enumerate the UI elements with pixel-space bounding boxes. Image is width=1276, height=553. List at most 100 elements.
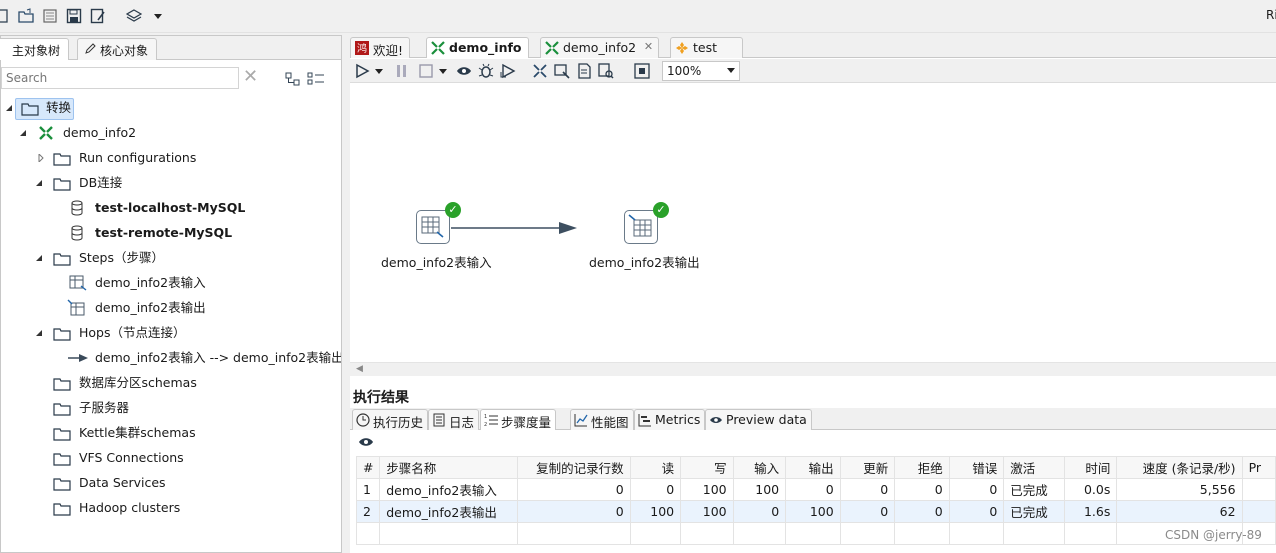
pause-icon[interactable] bbox=[394, 63, 410, 79]
column-header[interactable]: 激活 bbox=[1003, 456, 1065, 479]
tab-label: 步骤度量 bbox=[501, 415, 552, 430]
database-icon bbox=[71, 200, 83, 216]
tab-execution-history[interactable]: 执行历史 bbox=[352, 409, 429, 430]
run-icon[interactable] bbox=[354, 63, 370, 79]
run-dropdown-icon[interactable] bbox=[374, 63, 384, 79]
table-cell: 0 bbox=[516, 500, 631, 523]
tab-test[interactable]: test bbox=[670, 37, 743, 58]
collapse-all-icon[interactable] bbox=[285, 72, 301, 86]
debug-icon[interactable] bbox=[478, 63, 494, 79]
clear-search-icon[interactable]: ✕ bbox=[243, 68, 261, 87]
save-as-icon[interactable] bbox=[90, 8, 106, 24]
tree-node-db-connection[interactable]: test-remote-MySQL bbox=[1, 222, 341, 244]
table-output-icon bbox=[67, 299, 85, 316]
tree-label: Data Services bbox=[79, 475, 166, 490]
open-folder-icon[interactable] bbox=[18, 8, 34, 24]
preview-icon[interactable] bbox=[456, 63, 472, 79]
column-header[interactable]: 写 bbox=[680, 456, 734, 479]
column-header[interactable]: Pr bbox=[1241, 456, 1276, 479]
tab-label: 性能图 bbox=[591, 415, 629, 430]
column-header[interactable]: 读 bbox=[629, 456, 682, 479]
table-row[interactable]: 1 demo_info2表输入 0 0 100 100 0 0 0 0 已完成 … bbox=[355, 478, 1276, 501]
tree-node-steps[interactable]: Steps（步骤） bbox=[1, 247, 341, 269]
stop-icon[interactable] bbox=[418, 63, 434, 79]
collapsed-arrow-icon[interactable] bbox=[37, 154, 45, 162]
column-header[interactable]: 更新 bbox=[839, 456, 896, 479]
tab-step-metrics[interactable]: 12 步骤度量 bbox=[480, 409, 557, 430]
tree-node-data-services[interactable]: Data Services bbox=[1, 472, 341, 494]
table-cell bbox=[1241, 478, 1276, 501]
tree-node-transformation[interactable]: demo_info2 bbox=[1, 122, 341, 144]
expanded-arrow-icon[interactable] bbox=[35, 329, 43, 337]
tree-node-vfs-connections[interactable]: VFS Connections bbox=[1, 447, 341, 469]
replay-icon[interactable] bbox=[500, 63, 516, 79]
column-header[interactable]: 拒绝 bbox=[894, 456, 950, 479]
expanded-arrow-icon[interactable] bbox=[35, 254, 43, 262]
expand-all-icon[interactable] bbox=[307, 72, 325, 86]
tree-node-slave-servers[interactable]: 子服务器 bbox=[1, 397, 341, 419]
tab-performance-graph[interactable]: 性能图 bbox=[570, 409, 634, 430]
table-cell: 100 bbox=[785, 500, 841, 523]
table-row[interactable]: 2 demo_info2表输出 0 100 100 0 100 0 0 0 已完… bbox=[355, 500, 1276, 523]
table-cell: 0 bbox=[948, 478, 1005, 501]
stop-dropdown-icon[interactable] bbox=[438, 63, 448, 79]
save-icon[interactable] bbox=[66, 8, 82, 24]
step-table-input[interactable] bbox=[416, 210, 450, 244]
tab-main-object-tree[interactable]: 主对象树 bbox=[0, 38, 70, 60]
transformation-canvas[interactable]: ✓ demo_info2表输入 ✓ demo_info2表输出 bbox=[350, 84, 1276, 366]
tab-metrics[interactable]: Metrics bbox=[634, 409, 706, 430]
column-header[interactable]: 复制的记录行数 bbox=[516, 456, 631, 479]
explore-db-icon[interactable] bbox=[598, 63, 614, 79]
tab-logging[interactable]: 日志 bbox=[428, 409, 480, 430]
explore-repository-icon[interactable] bbox=[42, 8, 58, 24]
tab-welcome[interactable]: 鸿 欢迎! bbox=[350, 37, 411, 58]
sql-icon[interactable] bbox=[576, 63, 592, 79]
column-header[interactable]: 输入 bbox=[732, 456, 787, 479]
search-input[interactable] bbox=[2, 68, 238, 88]
column-header[interactable]: 速度 (条记录/秒) bbox=[1116, 456, 1243, 479]
tree-node-step[interactable]: demo_info2表输入 bbox=[1, 272, 341, 294]
tab-core-objects[interactable]: 核心对象 bbox=[77, 38, 158, 60]
tab-demo-info2[interactable]: demo_info2 ✕ bbox=[540, 37, 660, 58]
close-icon[interactable]: ✕ bbox=[644, 40, 653, 53]
layers-icon[interactable] bbox=[126, 8, 142, 24]
verify-icon[interactable] bbox=[532, 63, 548, 79]
zoom-select[interactable]: 100% bbox=[662, 61, 740, 81]
pentaho-welcome-icon: 鸿 bbox=[355, 41, 369, 55]
tree-node-partition-schemas[interactable]: 数据库分区schemas bbox=[1, 372, 341, 394]
eye-icon[interactable] bbox=[358, 436, 374, 448]
tab-demo-info[interactable]: demo_info bbox=[426, 37, 529, 58]
tree-node-db-connections[interactable]: DB连接 bbox=[1, 172, 341, 194]
impact-icon[interactable] bbox=[554, 63, 570, 79]
tree-node-hadoop-clusters[interactable]: Hadoop clusters bbox=[1, 497, 341, 519]
table-cell: 0 bbox=[629, 478, 682, 501]
step-table-output[interactable] bbox=[624, 210, 658, 244]
tree-node-db-connection[interactable]: test-localhost-MySQL bbox=[1, 197, 341, 219]
scroll-left-icon[interactable]: ◀ bbox=[356, 364, 363, 374]
tree-node-cluster-schemas[interactable]: Kettle集群schemas bbox=[1, 422, 341, 444]
expanded-arrow-icon[interactable] bbox=[5, 104, 13, 112]
tree-node-step[interactable]: demo_info2表输出 bbox=[1, 297, 341, 319]
tree-node-run-configurations[interactable]: Run configurations bbox=[1, 147, 341, 169]
panel-splitter[interactable] bbox=[342, 35, 350, 553]
tree-node-hops[interactable]: Hops（节点连接） bbox=[1, 322, 341, 344]
canvas-toolbar: 100% bbox=[350, 59, 1276, 83]
expanded-arrow-icon[interactable] bbox=[19, 129, 27, 137]
folder-icon bbox=[53, 453, 71, 466]
tab-preview-data[interactable]: Preview data bbox=[705, 409, 812, 430]
column-header[interactable]: # bbox=[355, 456, 381, 479]
new-file-icon[interactable] bbox=[0, 8, 10, 24]
column-header[interactable]: 错误 bbox=[948, 456, 1005, 479]
expanded-arrow-icon[interactable] bbox=[35, 179, 43, 187]
column-header[interactable]: 输出 bbox=[785, 456, 841, 479]
column-header[interactable]: 步骤名称 bbox=[379, 456, 518, 479]
tree-node-transformations[interactable]: 转换 bbox=[1, 97, 341, 120]
tab-label: demo_info bbox=[449, 40, 522, 55]
column-header[interactable]: 时间 bbox=[1063, 456, 1118, 479]
layers-dropdown-icon[interactable] bbox=[150, 8, 166, 24]
grid-snap-icon[interactable] bbox=[634, 63, 650, 79]
canvas-horizontal-scrollbar[interactable]: ◀ bbox=[350, 362, 1276, 376]
hop-connector[interactable] bbox=[350, 84, 1276, 366]
tree-node-hop[interactable]: demo_info2表输入 --> demo_info2表输出 ( bbox=[1, 347, 341, 369]
tab-label: 主对象树 bbox=[12, 44, 61, 58]
